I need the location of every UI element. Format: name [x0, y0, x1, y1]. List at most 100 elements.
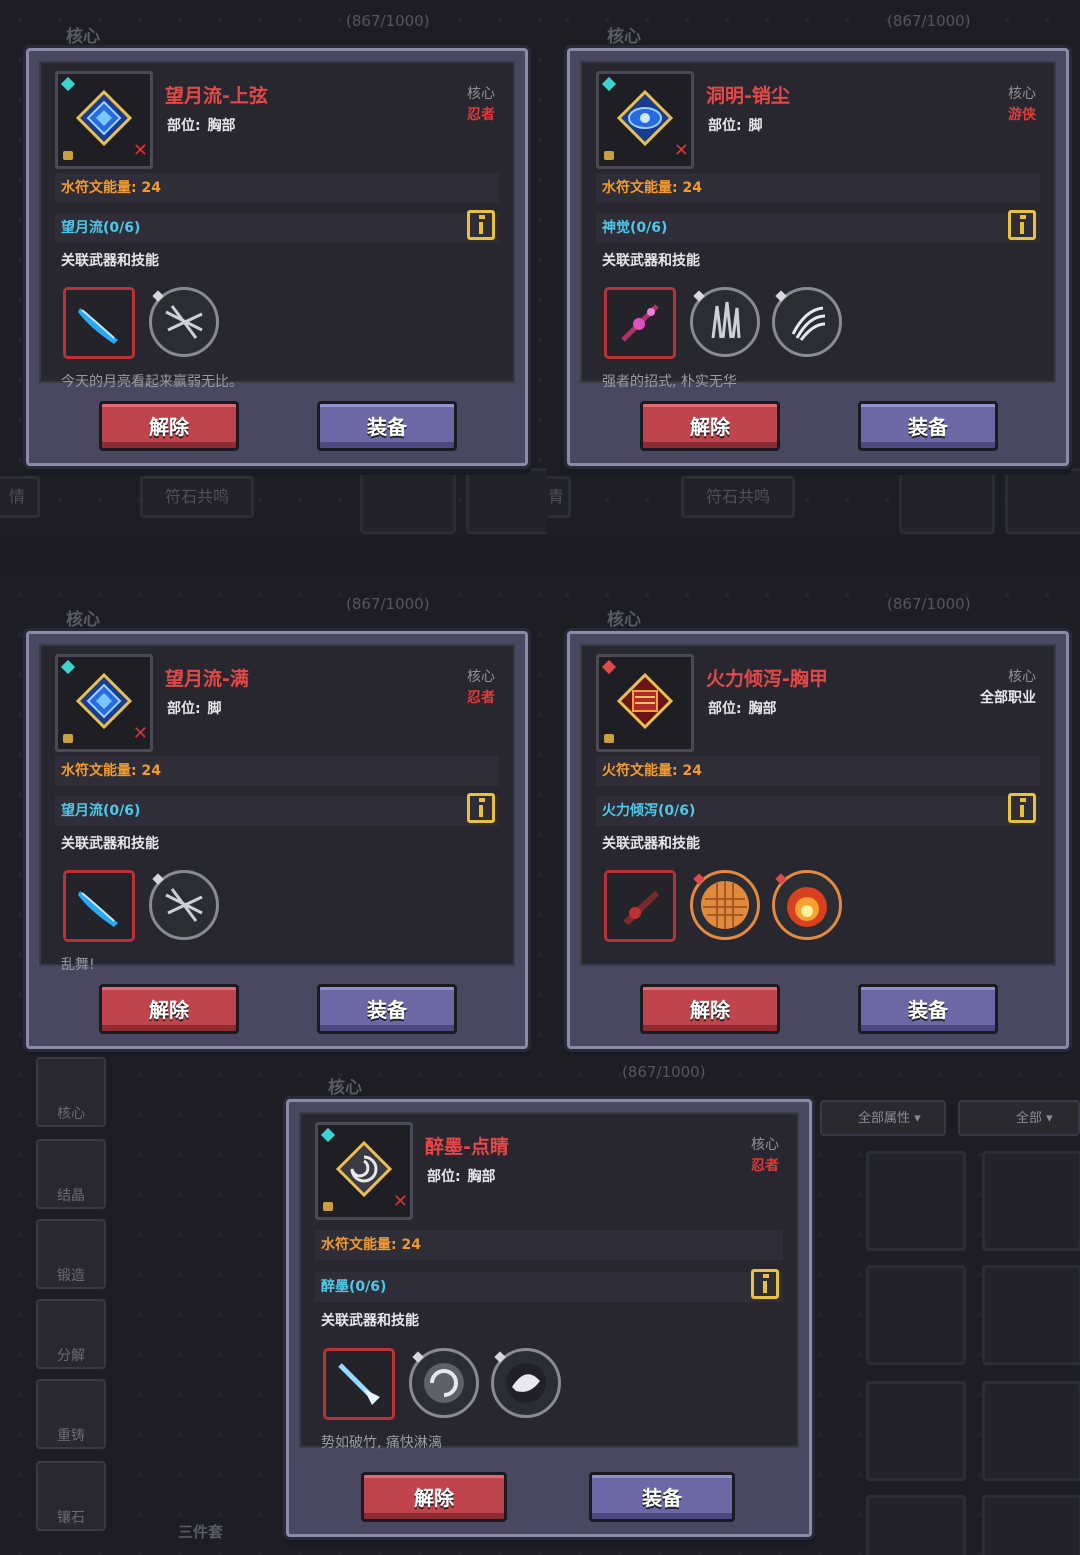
- core-detail-card: ✕ 望月流-上弦 部位: 胸部 核心 忍者 水符文能量: 24 望月流(0/6)…: [26, 48, 528, 466]
- attribute-filter[interactable]: 全部属性 ▾: [820, 1100, 946, 1136]
- bg-core-label: 核心: [66, 610, 100, 630]
- blue-diamond-core-icon: [76, 90, 132, 146]
- inventory-slot[interactable]: [866, 1151, 966, 1251]
- inventory-slot[interactable]: [982, 1265, 1080, 1365]
- sidebar-item-recast[interactable]: 重铸: [36, 1379, 106, 1449]
- rune-resonance-tab[interactable]: 符石共鸣: [681, 476, 795, 518]
- bg-tab[interactable]: 情: [0, 476, 40, 518]
- inventory-slot[interactable]: [866, 1265, 966, 1365]
- sidebar-item-crystal[interactable]: 结晶: [36, 1139, 106, 1209]
- inventory-slot[interactable]: [982, 1151, 1080, 1251]
- inventory-slot[interactable]: [866, 1495, 966, 1555]
- weapon-slot[interactable]: [604, 870, 676, 942]
- inventory-slot[interactable]: [982, 1381, 1080, 1481]
- bg-slot[interactable]: [899, 468, 995, 534]
- rune-energy: 水符文能量: 24: [55, 756, 499, 786]
- skill-slot[interactable]: [690, 287, 760, 357]
- equip-button[interactable]: 装备: [858, 401, 998, 451]
- skill-slot[interactable]: [409, 1348, 479, 1418]
- bg-slot[interactable]: [360, 468, 456, 534]
- sidebar-item-core[interactable]: 核心: [36, 1057, 106, 1127]
- skill-slot[interactable]: [690, 870, 760, 940]
- spikes-skill-icon: [711, 301, 741, 339]
- bg-count: (867/1000): [622, 1063, 706, 1081]
- blade-weapon-icon: [78, 308, 118, 344]
- lock-icon: [604, 734, 614, 743]
- core-detail-card: ✕ 洞明-销尘 部位: 脚 核心 游侠 水符文能量: 24 神觉(0/6) 关联…: [567, 48, 1069, 466]
- class-filter[interactable]: 全部 ▾: [958, 1100, 1080, 1136]
- bg-core-label: 核心: [328, 1078, 362, 1098]
- set-info-icon[interactable]: [751, 1269, 779, 1299]
- screen-panel-1: 核心 (867/1000) 情 符石共鸣 ✕ 望月流-上弦 部位: 胸部 核心 …: [0, 0, 547, 535]
- bg-tab[interactable]: 青: [547, 476, 571, 518]
- weapon-slot[interactable]: [323, 1348, 395, 1420]
- equip-button[interactable]: 装备: [589, 1472, 735, 1522]
- release-button[interactable]: 解除: [640, 401, 780, 451]
- set-progress: 望月流(0/6): [55, 213, 499, 243]
- card-body: ✕ 望月流-满 部位: 脚 核心 忍者 水符文能量: 24 望月流(0/6) 关…: [39, 644, 515, 973]
- inventory-slot[interactable]: [866, 1381, 966, 1481]
- core-title: 醉墨-点睛: [425, 1136, 509, 1158]
- quality-gem-icon: [601, 76, 617, 92]
- release-button[interactable]: 解除: [640, 984, 780, 1034]
- set-info-icon[interactable]: [467, 793, 495, 823]
- remove-x-icon: ✕: [673, 140, 689, 161]
- bg-core-label: 核心: [607, 27, 641, 47]
- sidebar-item-forge[interactable]: 锻造: [36, 1219, 106, 1289]
- staff-weapon-icon: [621, 304, 659, 342]
- set-progress: 醉墨(0/6): [315, 1272, 783, 1302]
- sidebar-item-inlay[interactable]: 镶石: [36, 1461, 106, 1531]
- equip-button[interactable]: 装备: [317, 984, 457, 1034]
- bg-count: (867/1000): [887, 12, 971, 30]
- core-type-label: 核心: [467, 669, 495, 685]
- core-type-label: 核心: [1008, 86, 1036, 102]
- linked-header: 关联武器和技能: [602, 253, 700, 269]
- set-info-icon[interactable]: [467, 210, 495, 240]
- linked-header: 关联武器和技能: [61, 253, 159, 269]
- lock-icon: [323, 1202, 333, 1211]
- release-button[interactable]: 解除: [99, 401, 239, 451]
- skill-slot[interactable]: [772, 287, 842, 357]
- linked-header: 关联武器和技能: [61, 836, 159, 852]
- core-description: 乱舞!: [61, 957, 95, 973]
- spear-weapon-icon: [338, 1363, 380, 1405]
- skill-slot[interactable]: [772, 870, 842, 940]
- bg-core-label: 核心: [607, 610, 641, 630]
- core-part: 部位: 胸部: [167, 118, 236, 134]
- skill-slot[interactable]: [149, 870, 219, 940]
- skill-slot[interactable]: [491, 1348, 561, 1418]
- bg-slot[interactable]: [466, 468, 547, 534]
- blue-eye-core-icon: [617, 90, 673, 146]
- screen-panel-4: 核心 (867/1000) 火力倾泻-胸甲 部位: 胸部 核心 全部职业 火符文…: [547, 575, 1080, 1055]
- core-part: 部位: 胸部: [708, 701, 777, 717]
- inventory-slot[interactable]: [982, 1495, 1080, 1555]
- rune-resonance-tab[interactable]: 符石共鸣: [140, 476, 254, 518]
- core-icon-box: ✕: [55, 71, 153, 169]
- class-label: 忍者: [467, 690, 495, 706]
- card-body: ✕ 望月流-上弦 部位: 胸部 核心 忍者 水符文能量: 24 望月流(0/6)…: [39, 61, 515, 390]
- core-detail-card: ✕ 醉墨-点睛 部位: 胸部 核心 忍者 水符文能量: 24 醉墨(0/6) 关…: [286, 1099, 812, 1537]
- blade-weapon-icon: [78, 891, 118, 927]
- bg-slot[interactable]: [1005, 468, 1080, 534]
- three-piece-label: 三件套: [178, 1523, 224, 1541]
- weapon-slot[interactable]: [63, 287, 135, 359]
- linked-header: 关联武器和技能: [321, 1313, 419, 1329]
- equip-button[interactable]: 装备: [858, 984, 998, 1034]
- weapon-slot[interactable]: [63, 870, 135, 942]
- bg-count: (867/1000): [346, 595, 430, 613]
- core-icon-box: ✕: [596, 71, 694, 169]
- red-fire-core-icon: [617, 673, 673, 729]
- sidebar-item-disassemble[interactable]: 分解: [36, 1299, 106, 1369]
- release-button[interactable]: 解除: [361, 1472, 507, 1522]
- release-button[interactable]: 解除: [99, 984, 239, 1034]
- quality-gem-icon: [601, 659, 617, 675]
- equip-button[interactable]: 装备: [317, 401, 457, 451]
- set-info-icon[interactable]: [1008, 210, 1036, 240]
- remove-x-icon: ✕: [132, 140, 148, 161]
- remove-x-icon: ✕: [132, 723, 148, 744]
- bg-core-label: 核心: [66, 27, 100, 47]
- weapon-slot[interactable]: [604, 287, 676, 359]
- skill-slot[interactable]: [149, 287, 219, 357]
- rune-energy: 水符文能量: 24: [315, 1230, 783, 1260]
- set-info-icon[interactable]: [1008, 793, 1036, 823]
